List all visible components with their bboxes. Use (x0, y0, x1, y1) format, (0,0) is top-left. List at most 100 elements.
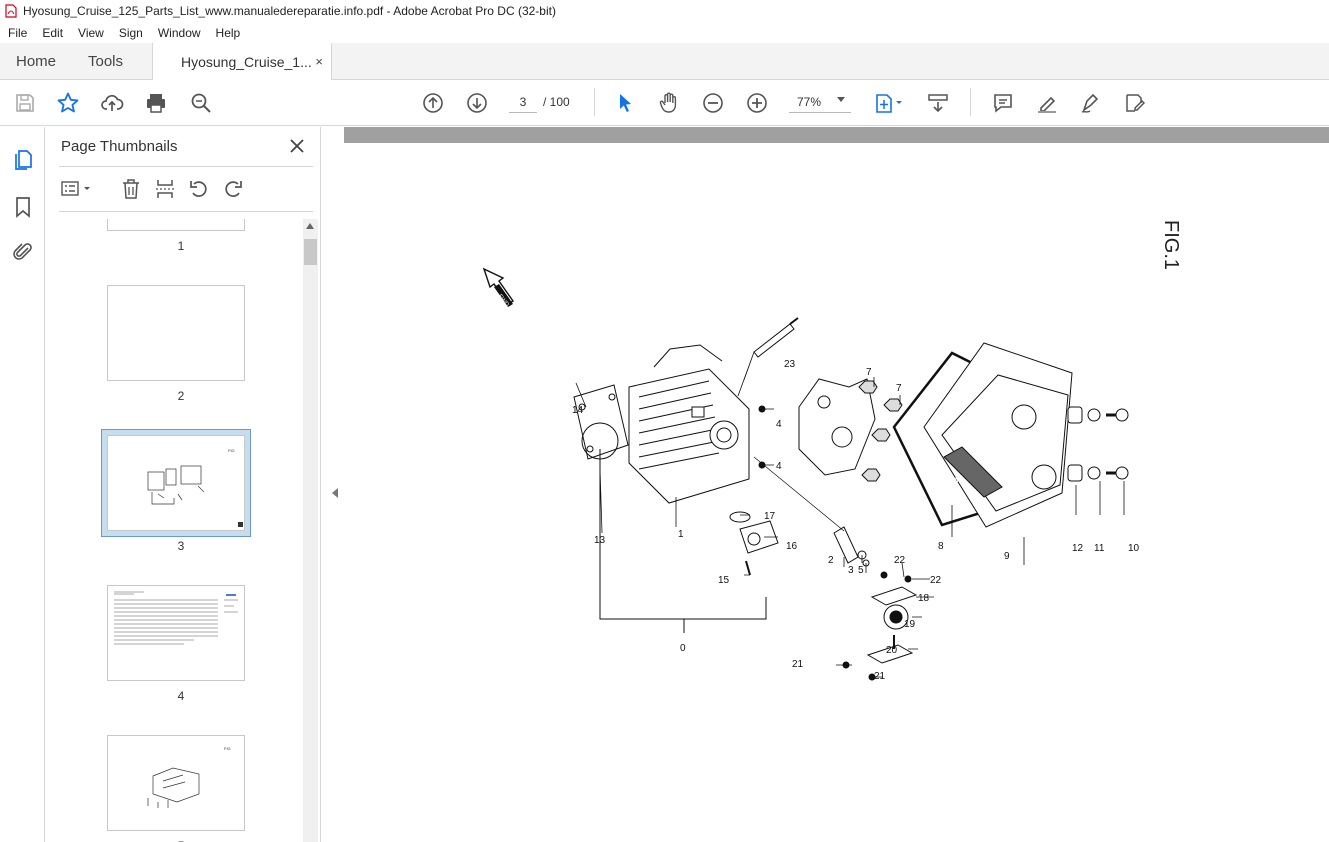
menu-sign[interactable]: Sign (111, 26, 150, 40)
options-menu-icon (61, 181, 90, 196)
thumbnail-diagram-preview: FIG (147, 746, 231, 808)
zoom-level-dropdown[interactable]: 77% (789, 91, 851, 113)
thumbnail-page[interactable] (107, 219, 245, 231)
collapse-panel-icon[interactable] (332, 488, 338, 498)
callout-8: 8 (938, 541, 944, 552)
menu-view[interactable]: View (70, 26, 111, 40)
zoom-in-icon (747, 93, 767, 113)
callout-16: 16 (786, 541, 798, 552)
callout-7b: 7 (896, 383, 902, 394)
thumbnail-page[interactable]: FIG (107, 735, 245, 831)
page-gap (344, 127, 1329, 143)
bookmark-star-button[interactable] (55, 90, 81, 116)
scroll-mode-button[interactable] (925, 90, 951, 116)
menu-window[interactable]: Window (150, 26, 208, 40)
comment-button[interactable] (990, 90, 1016, 116)
thumbnail-page[interactable] (107, 285, 245, 381)
tab-document[interactable]: Hyosung_Cruise_1... × (152, 43, 332, 81)
bookmarks-rail-button[interactable] (10, 194, 36, 220)
previous-page-button[interactable] (420, 90, 446, 116)
thumbnails-rail-button[interactable] (10, 147, 36, 173)
rotate-clockwise-button[interactable] (221, 177, 245, 201)
callout-15: 15 (718, 575, 730, 586)
callout-23: 23 (784, 359, 796, 370)
upload-button[interactable] (99, 90, 125, 116)
attachments-rail-button[interactable] (10, 239, 36, 265)
thumbnail-label: 4 (177, 689, 185, 703)
callout-13: 13 (594, 535, 606, 546)
scroll-up-icon[interactable] (306, 223, 314, 229)
callout-4b: 4 (776, 461, 782, 472)
rotate-left-icon (190, 181, 207, 197)
callout-22: 22 (894, 555, 906, 566)
scroll-mode-icon (928, 94, 948, 113)
svg-text:FIG: FIG (224, 746, 231, 751)
thumbnail-label: 3 (177, 539, 185, 553)
close-icon[interactable] (288, 137, 306, 155)
pages-icon (15, 150, 32, 170)
cloud-upload-icon (101, 94, 124, 111)
toolbar: / 100 77% (0, 80, 1329, 126)
scrollbar-thumb[interactable] (304, 239, 317, 265)
thumbnail-scrollbar[interactable] (303, 219, 318, 842)
tab-tools[interactable]: Tools (88, 43, 123, 80)
left-rail (0, 127, 45, 842)
document-view[interactable]: FIG.1 FWD 1 2 3 4 4 5 7 7 8 10 11 12 9 1… (344, 127, 1329, 842)
rocker-assembly (798, 378, 876, 476)
callout-19: 19 (904, 619, 916, 630)
tab-close-icon[interactable]: × (315, 54, 323, 69)
search-button[interactable] (188, 90, 214, 116)
menu-bar: File Edit View Sign Window Help (0, 22, 1329, 43)
zoom-in-button[interactable] (744, 90, 770, 116)
acrobat-app-icon (5, 4, 17, 18)
thumbnail-list: 1 2 FIG 3 4 FIG (59, 219, 303, 842)
next-page-button[interactable] (464, 90, 490, 116)
head-gasket (573, 384, 629, 460)
thumbnail-options-button[interactable] (59, 177, 93, 201)
arrow-down-circle-icon (467, 93, 487, 113)
callout-12: 12 (1072, 543, 1084, 554)
callout-5: 5 (858, 565, 864, 576)
menu-help[interactable]: Help (208, 26, 248, 40)
panel-splitter[interactable] (320, 127, 344, 842)
panel-divider (59, 166, 313, 167)
callout-11: 11 (1094, 543, 1105, 554)
callout-1: 1 (678, 529, 684, 540)
printer-icon (147, 94, 165, 113)
page-total: / 100 (543, 95, 570, 109)
highlight-button[interactable] (1034, 90, 1060, 116)
save-icon (16, 94, 34, 112)
thumbnail-diagram-preview: FIG (147, 448, 243, 527)
delete-page-button[interactable] (119, 177, 143, 201)
callout-7: 7 (866, 367, 872, 378)
zoom-out-button[interactable] (700, 90, 726, 116)
cam-plate (870, 586, 918, 606)
valve-guide (833, 526, 859, 564)
highlighter-pen-icon (1038, 96, 1056, 113)
callout-22b: 22 (930, 575, 942, 586)
thumbnail-page[interactable]: FIG (107, 435, 245, 531)
sign-button[interactable] (1122, 90, 1148, 116)
rotate-counterclockwise-button[interactable] (187, 177, 211, 201)
menu-file[interactable]: File (0, 26, 34, 40)
fit-page-button[interactable] (870, 90, 906, 116)
arrow-up-circle-icon (423, 93, 443, 113)
draw-button[interactable] (1078, 90, 1104, 116)
print-button[interactable] (143, 90, 169, 116)
tab-home[interactable]: Home (16, 43, 56, 80)
thumbnail-page[interactable] (107, 585, 245, 681)
window-title: Hyosung_Cruise_125_Parts_List_www.manual… (23, 4, 556, 18)
callout-18: 18 (918, 593, 930, 604)
page-number-input[interactable] (509, 91, 537, 113)
callout-4: 4 (776, 419, 782, 430)
select-tool-button[interactable] (612, 90, 638, 116)
page-thumbnails-panel: Page Thumbnails 1 2 FIG 3 4 FIG (45, 127, 320, 842)
save-button[interactable] (12, 90, 38, 116)
extract-page-button[interactable] (153, 177, 177, 201)
menu-edit[interactable]: Edit (34, 26, 70, 40)
callout-9: 9 (1004, 551, 1010, 562)
trash-icon (123, 179, 139, 199)
hand-tool-button[interactable] (656, 90, 682, 116)
cursor-arrow-icon (620, 94, 631, 112)
star-icon (57, 92, 79, 113)
